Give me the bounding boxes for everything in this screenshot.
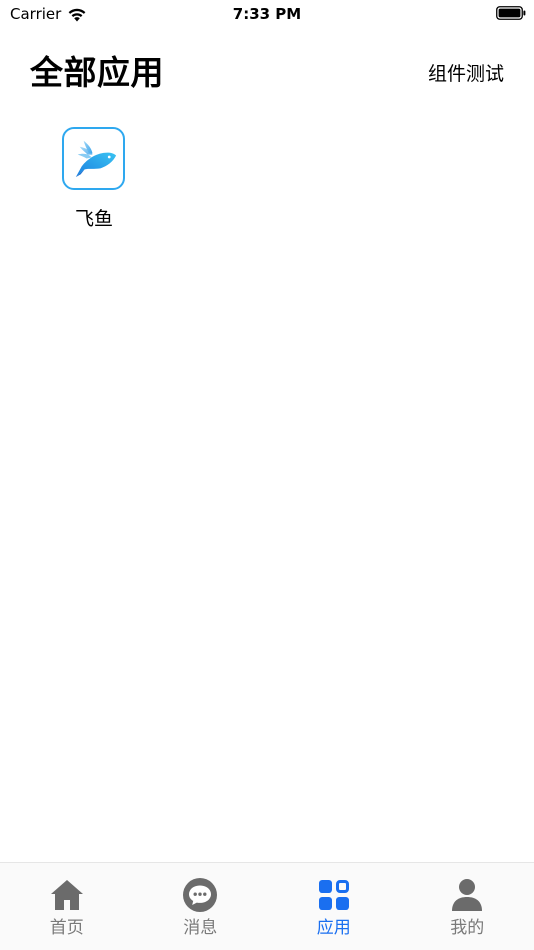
battery-icon (496, 6, 526, 20)
tab-label: 消息 (183, 918, 218, 938)
status-bar: Carrier 7:33 PM (0, 0, 534, 28)
person-icon (452, 879, 483, 911)
tab-label: 首页 (49, 918, 84, 938)
tab-profile[interactable]: 我的 (401, 863, 534, 950)
app-item-feiyu[interactable]: 飞鱼 (55, 124, 133, 234)
tab-home[interactable]: 首页 (0, 863, 134, 950)
tab-messages[interactable]: 消息 (134, 863, 268, 950)
tab-label: 我的 (450, 918, 485, 938)
tab-label: 应用 (316, 918, 351, 938)
app-label: 飞鱼 (74, 208, 113, 230)
home-icon (50, 880, 83, 910)
flying-fish-app-icon[interactable] (62, 127, 125, 190)
status-time: 7:33 PM (232, 5, 302, 23)
chat-bubble-icon (183, 878, 218, 912)
tab-bar: 首页 消息 应用 我的 (0, 862, 534, 950)
tab-apps[interactable]: 应用 (267, 863, 401, 950)
page-title: 全部应用 (30, 53, 164, 92)
component-test-button[interactable]: 组件测试 (428, 61, 504, 87)
apps-grid-icon (318, 880, 349, 910)
